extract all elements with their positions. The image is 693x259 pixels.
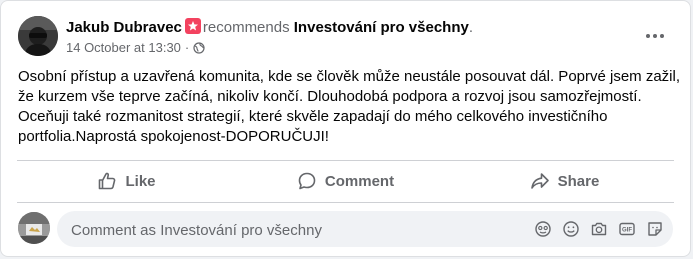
post-card: Jakub Dubravec recommends Investování pro… <box>0 0 691 257</box>
comment-label: Comment <box>324 172 395 190</box>
comment-input-box: GIF <box>57 211 673 249</box>
comment-composer: GIF <box>18 211 673 249</box>
author-name[interactable]: Jakub Dubravec <box>66 19 182 36</box>
more-options-button[interactable] <box>640 24 670 48</box>
meta-separator: · <box>184 40 190 55</box>
thumbs-up-icon <box>99 172 116 190</box>
trailing-dot: . <box>468 19 474 36</box>
svg-text:GIF: GIF <box>622 228 632 234</box>
comment-input[interactable] <box>69 211 513 249</box>
post-meta: Jakub Dubravec recommends Investování pro… <box>66 18 473 58</box>
post-actions: Like Comment Share <box>17 164 674 198</box>
actions-top-divider <box>17 160 674 161</box>
post-headline: Jakub Dubravec recommends Investování pro… <box>66 18 473 37</box>
like-button[interactable]: Like <box>17 164 236 198</box>
commenter-avatar[interactable] <box>18 212 50 244</box>
like-label: Like <box>125 172 156 190</box>
more-horizontal-icon <box>646 34 664 38</box>
comment-button[interactable]: Comment <box>236 164 455 198</box>
post-text: Osobní přístup a uzavřená komunita, kde … <box>18 68 681 145</box>
actions-bottom-divider <box>17 202 674 203</box>
share-label: Share <box>557 172 600 190</box>
post-subline: 14 October at 13:30 · <box>66 39 473 58</box>
globe-icon <box>193 41 205 58</box>
sticker-icon[interactable] <box>645 219 665 239</box>
gif-icon[interactable]: GIF <box>617 219 637 239</box>
comment-tools: GIF <box>525 219 665 239</box>
post-header: Jakub Dubravec recommends Investování pro… <box>18 16 678 60</box>
post-timestamp[interactable]: 14 October at 13:30 <box>66 40 181 55</box>
avatar-sticker-icon[interactable] <box>533 219 553 239</box>
recommends-verb: recommends <box>202 19 290 36</box>
comment-bubble-icon <box>298 172 316 190</box>
emoji-icon[interactable] <box>561 219 581 239</box>
author-avatar[interactable] <box>18 16 58 56</box>
share-button[interactable]: Share <box>455 164 674 198</box>
share-arrow-icon <box>530 173 549 189</box>
recommendation-star-icon <box>184 18 201 34</box>
camera-icon[interactable] <box>589 219 609 239</box>
page-name[interactable]: Investování pro všechny <box>294 19 469 36</box>
